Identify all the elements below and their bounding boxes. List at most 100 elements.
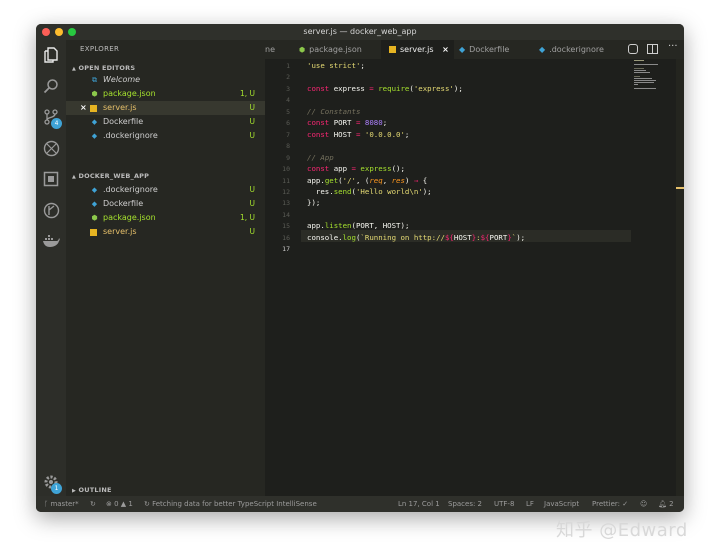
open-editor-dockerignore[interactable]: ◆ .dockerignore U (66, 129, 265, 143)
docker-icon[interactable] (41, 231, 61, 251)
code-token: (); (391, 164, 405, 174)
close-window-button[interactable] (42, 28, 50, 36)
explorer-title: EXPLORER (80, 45, 120, 53)
settings-gear-icon[interactable]: 1 (41, 472, 62, 494)
chevron-down-icon: ▲ (72, 174, 77, 180)
file-name: package.json (103, 213, 156, 222)
activity-bar: 4 1 (36, 40, 66, 496)
line-number: 10 (282, 165, 290, 174)
code-line: const PORT = 8080; (307, 118, 387, 127)
code-line: // Constants (307, 107, 360, 116)
window-controls (42, 28, 76, 36)
code-token: ); (400, 221, 410, 231)
editor-scrollbar[interactable] (676, 59, 684, 496)
tab-dockerfile[interactable]: ◆ Dockerfile (455, 40, 527, 59)
file-item-server-js[interactable]: server.js U (66, 225, 265, 239)
file-item-dockerfile[interactable]: ◆ Dockerfile U (66, 197, 265, 211)
language-mode[interactable]: JavaScript (544, 496, 579, 512)
project-folder-header[interactable]: ▲ DOCKER_WEB_APP (72, 172, 149, 180)
warning-icon: ▲ (118, 500, 129, 508)
file-item-package-json[interactable]: ⬢ package.json 1, U (66, 211, 265, 225)
minimize-window-button[interactable] (55, 28, 63, 36)
git-status-badge: 1, U (239, 89, 255, 98)
code-editor[interactable]: 1'use strict'; 2 3 const express = require(… (265, 59, 684, 496)
more-actions-icon[interactable]: ··· (668, 41, 678, 52)
code-line: res.send('Hello world\n'); (307, 187, 432, 196)
code-token: { (418, 175, 428, 185)
code-token: ); (453, 83, 463, 93)
debug-icon[interactable] (41, 138, 61, 158)
search-icon[interactable] (41, 76, 61, 96)
code-line: const app = express(); (307, 164, 405, 173)
docker-icon: ◆ (91, 118, 98, 126)
file-item-dockerignore[interactable]: ◆ .dockerignore U (66, 183, 265, 197)
code-token: `Running on (360, 232, 414, 242)
minimap[interactable] (630, 59, 678, 89)
code-token: const (307, 164, 334, 174)
code-token: console. (307, 232, 343, 242)
status-message: ↻ Fetching data for better TypeScript In… (144, 500, 317, 508)
tab-dockerignore[interactable]: ◆ .dockerignore (533, 40, 617, 59)
open-editor-package-json[interactable]: ⬢ package.json 1, U (66, 87, 265, 101)
code-token: , ( (355, 175, 370, 185)
file-name: .dockerignore (103, 185, 158, 194)
source-control-icon[interactable]: 4 (41, 107, 62, 129)
window-title: server.js — docker_web_app (303, 27, 417, 36)
notifications[interactable]: 🔔︎ 2 (658, 496, 674, 512)
code-token: send (333, 186, 352, 196)
code-token: app. (307, 175, 325, 185)
file-name: .dockerignore (103, 131, 158, 140)
outline-header[interactable]: ▶ OUTLINE (72, 486, 112, 494)
git-status-badge: U (249, 117, 256, 126)
code-token: app (333, 164, 348, 174)
code-line: 'use strict'; (307, 61, 365, 70)
code-line: app.listen(PORT, HOST); (307, 221, 409, 230)
close-tab-icon[interactable]: × (442, 45, 449, 54)
tab-welcome-partial[interactable]: ne (265, 40, 289, 59)
code-token: require (378, 83, 410, 93)
line-number: 2 (286, 73, 290, 82)
vscode-icon: ⧉ (92, 76, 97, 84)
close-editor-icon[interactable]: × (80, 101, 87, 115)
indentation[interactable]: Spaces: 2 (448, 496, 482, 512)
gitlens-icon[interactable] (41, 200, 61, 220)
open-editor-welcome[interactable]: ⧉ Welcome (66, 73, 265, 87)
encoding[interactable]: UTF-8 (494, 496, 514, 512)
split-editor-icon[interactable] (647, 44, 658, 54)
open-editors-header[interactable]: ▲ OPEN EDITORS (72, 64, 135, 72)
code-token: }); (307, 198, 321, 208)
git-branch[interactable]: ᚴ master* (44, 496, 79, 512)
code-token: express (360, 164, 392, 174)
code-token: log (342, 232, 356, 242)
code-token: ; (360, 61, 365, 70)
code-token: PORT (489, 232, 508, 242)
line-number: 4 (286, 96, 290, 105)
node-icon: ⬢ (299, 46, 306, 54)
problems-indicator[interactable]: ⊗ 0 ▲ 1 (106, 496, 133, 512)
prettier-status[interactable]: Prettier: ✓ (592, 496, 628, 512)
extensions-icon[interactable] (41, 169, 61, 189)
line-ending[interactable]: LF (526, 496, 534, 512)
line-number: 13 (282, 199, 290, 208)
explorer-icon[interactable] (41, 45, 61, 65)
open-editor-server-js[interactable]: × server.js U (66, 101, 265, 115)
tab-package-json[interactable]: ⬢ package.json (293, 40, 377, 59)
tab-server-js[interactable]: server.js × (381, 40, 454, 59)
js-icon (389, 46, 396, 53)
open-editor-dockerfile[interactable]: ◆ Dockerfile U (66, 115, 265, 129)
open-changes-icon[interactable] (628, 44, 638, 54)
line-number: 8 (286, 142, 290, 151)
code-token: const (307, 129, 334, 139)
settings-badge: 1 (51, 483, 62, 494)
watermark: 知乎 @Edward (556, 520, 688, 541)
line-number: 16 (282, 233, 290, 242)
feedback-smiley-icon[interactable]: ☺ (640, 496, 647, 512)
code-line: app.get('/', (req, res) ⇒ { (307, 176, 427, 185)
maximize-window-button[interactable] (68, 28, 76, 36)
sync-icon[interactable]: ↻ (90, 496, 96, 512)
code-token: , (373, 221, 383, 231)
code-line: // App (307, 153, 334, 162)
git-status-badge: U (249, 199, 256, 208)
cursor-position[interactable]: Ln 17, Col 1 (398, 496, 440, 512)
code-token: ); (516, 232, 526, 242)
